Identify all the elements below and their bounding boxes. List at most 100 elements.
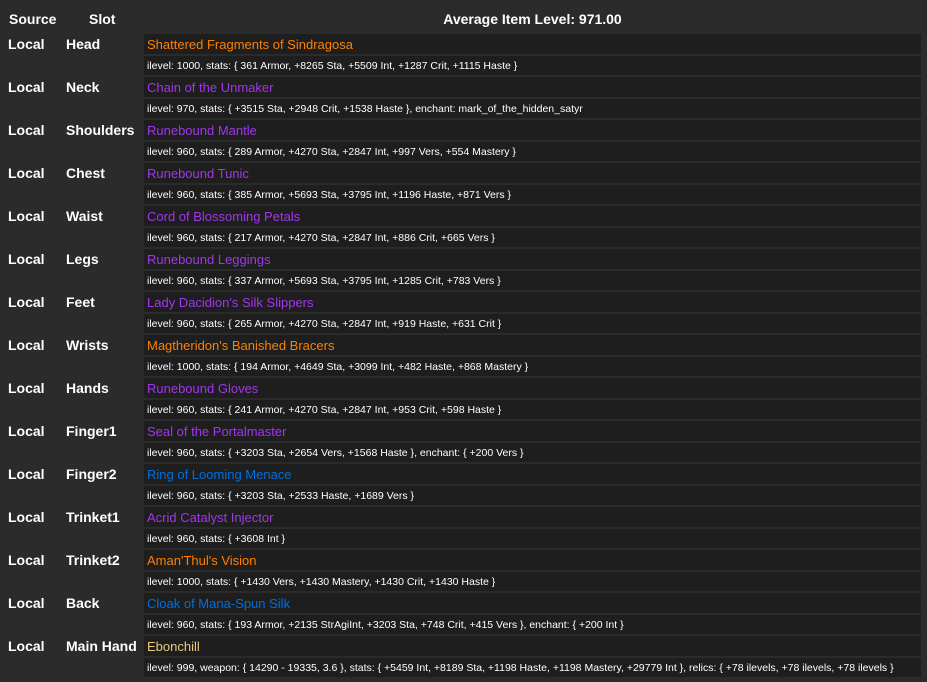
item-name-cell: Runebound Mantle xyxy=(144,120,921,140)
gear-panel: Source Slot Average Item Level: 971.00 L… xyxy=(0,0,927,682)
item-stats: ilevel: 960, stats: { 385 Armor, +5693 S… xyxy=(144,185,921,204)
row-spacer xyxy=(921,142,927,161)
row-spacer xyxy=(0,228,61,247)
row-spacer xyxy=(921,335,927,355)
item-link[interactable]: Runebound Gloves xyxy=(147,381,258,396)
row-spacer xyxy=(921,99,927,118)
gear-stats-row: ilevel: 1000, stats: { +1430 Vers, +1430… xyxy=(0,572,927,591)
row-spacer xyxy=(61,271,144,290)
item-name-cell: Lady Dacidion's Silk Slippers xyxy=(144,292,921,312)
row-spacer xyxy=(0,529,61,548)
item-link[interactable]: Runebound Tunic xyxy=(147,166,249,181)
item-link[interactable]: Aman'Thul's Vision xyxy=(147,553,257,568)
row-spacer xyxy=(61,142,144,161)
row-spacer xyxy=(921,77,927,97)
row-spacer xyxy=(0,658,61,677)
item-stats: ilevel: 960, stats: { 193 Armor, +2135 S… xyxy=(144,615,921,634)
gear-row-head: Local Head Shattered Fragments of Sindrago… xyxy=(0,34,927,54)
item-slot: Main Hand xyxy=(66,638,137,654)
item-source: Local xyxy=(8,552,45,568)
row-spacer xyxy=(61,314,144,333)
row-spacer xyxy=(0,271,61,290)
gear-stats-row: ilevel: 960, stats: { 289 Armor, +4270 S… xyxy=(0,142,927,161)
item-link[interactable]: Shattered Fragments of Sindragosa xyxy=(147,37,353,52)
item-stats: ilevel: 960, stats: { +3608 Int } xyxy=(144,529,921,548)
item-source: Local xyxy=(8,337,45,353)
item-slot: Head xyxy=(66,36,101,52)
gear-row-trinket1: Local Trinket1 Acrid Catalyst Injector xyxy=(0,507,927,527)
row-spacer xyxy=(921,421,927,441)
item-source: Local xyxy=(8,79,45,95)
row-spacer xyxy=(921,249,927,269)
gear-stats-row: ilevel: 960, stats: { +3203 Sta, +2533 H… xyxy=(0,486,927,505)
item-source: Local xyxy=(8,380,45,396)
gear-stats-row: ilevel: 960, stats: { +3608 Int } xyxy=(0,529,927,548)
item-stats: ilevel: 960, stats: { +3203 Sta, +2654 V… xyxy=(144,443,921,462)
gear-row-trinket2: Local Trinket2 Aman'Thul's Vision xyxy=(0,550,927,570)
item-slot: Neck xyxy=(66,79,100,95)
item-slot: Wrists xyxy=(66,337,109,353)
row-spacer xyxy=(921,206,927,226)
gear-rows: Local Head Shattered Fragments of Sindrago… xyxy=(0,34,927,677)
gear-row-feet: Local Feet Lady Dacidion's Silk Slippers xyxy=(0,292,927,312)
row-spacer xyxy=(61,228,144,247)
item-link[interactable]: Cloak of Mana-Spun Silk xyxy=(147,596,290,611)
item-link[interactable]: Lady Dacidion's Silk Slippers xyxy=(147,295,314,310)
item-link[interactable]: Acrid Catalyst Injector xyxy=(147,510,273,525)
item-name-cell: Shattered Fragments of Sindragosa xyxy=(144,34,921,54)
row-spacer xyxy=(921,550,927,570)
item-stats: ilevel: 999, weapon: { 14290 - 19335, 3.… xyxy=(144,658,921,677)
gear-row-finger1: Local Finger1 Seal of the Portalmaster xyxy=(0,421,927,441)
item-source: Local xyxy=(8,36,45,52)
row-spacer xyxy=(921,636,927,656)
item-link[interactable]: Magtheridon's Banished Bracers xyxy=(147,338,334,353)
item-source: Local xyxy=(8,165,45,181)
item-link[interactable]: Cord of Blossoming Petals xyxy=(147,209,300,224)
row-spacer xyxy=(61,486,144,505)
item-link[interactable]: Ring of Looming Menace xyxy=(147,467,292,482)
gear-stats-row: ilevel: 1000, stats: { 361 Armor, +8265 … xyxy=(0,56,927,75)
item-source: Local xyxy=(8,294,45,310)
gear-row-hands: Local Hands Runebound Gloves xyxy=(0,378,927,398)
row-spacer xyxy=(61,529,144,548)
row-spacer xyxy=(921,615,927,634)
item-stats: ilevel: 960, stats: { 241 Armor, +4270 S… xyxy=(144,400,921,419)
item-stats: ilevel: 1000, stats: { 194 Armor, +4649 … xyxy=(144,357,921,376)
gear-row-shoulders: Local Shoulders Runebound Mantle xyxy=(0,120,927,140)
item-source: Local xyxy=(8,423,45,439)
row-spacer xyxy=(921,163,927,183)
source-column-header: Source xyxy=(9,11,57,27)
row-spacer xyxy=(921,529,927,548)
item-name-cell: Acrid Catalyst Injector xyxy=(144,507,921,527)
item-slot: Chest xyxy=(66,165,105,181)
item-link[interactable]: Runebound Leggings xyxy=(147,252,271,267)
item-slot: Legs xyxy=(66,251,99,267)
row-spacer xyxy=(0,99,61,118)
item-link[interactable]: Seal of the Portalmaster xyxy=(147,424,286,439)
item-stats: ilevel: 960, stats: { 217 Armor, +4270 S… xyxy=(144,228,921,247)
row-spacer xyxy=(921,572,927,591)
item-source: Local xyxy=(8,638,45,654)
gear-stats-row: ilevel: 999, weapon: { 14290 - 19335, 3.… xyxy=(0,658,927,677)
item-link[interactable]: Runebound Mantle xyxy=(147,123,257,138)
row-spacer xyxy=(61,658,144,677)
gear-stats-row: ilevel: 960, stats: { 217 Armor, +4270 S… xyxy=(0,228,927,247)
item-name-cell: Magtheridon's Banished Bracers xyxy=(144,335,921,355)
gear-stats-row: ilevel: 960, stats: { 385 Armor, +5693 S… xyxy=(0,185,927,204)
item-name-cell: Ebonchill xyxy=(144,636,921,656)
row-spacer xyxy=(921,400,927,419)
item-name-cell: Chain of the Unmaker xyxy=(144,77,921,97)
row-spacer xyxy=(921,34,927,54)
average-item-level: Average Item Level: 971.00 xyxy=(443,11,622,27)
row-spacer xyxy=(0,486,61,505)
gear-stats-row: ilevel: 960, stats: { 193 Armor, +2135 S… xyxy=(0,615,927,634)
item-link[interactable]: Chain of the Unmaker xyxy=(147,80,273,95)
item-slot: Trinket2 xyxy=(66,552,120,568)
gear-row-neck: Local Neck Chain of the Unmaker xyxy=(0,77,927,97)
row-spacer xyxy=(921,593,927,613)
item-slot: Trinket1 xyxy=(66,509,120,525)
gear-stats-row: ilevel: 1000, stats: { 194 Armor, +4649 … xyxy=(0,357,927,376)
item-link[interactable]: Ebonchill xyxy=(147,639,200,654)
item-stats: ilevel: 960, stats: { +3203 Sta, +2533 H… xyxy=(144,486,921,505)
header-spacer xyxy=(921,6,927,32)
